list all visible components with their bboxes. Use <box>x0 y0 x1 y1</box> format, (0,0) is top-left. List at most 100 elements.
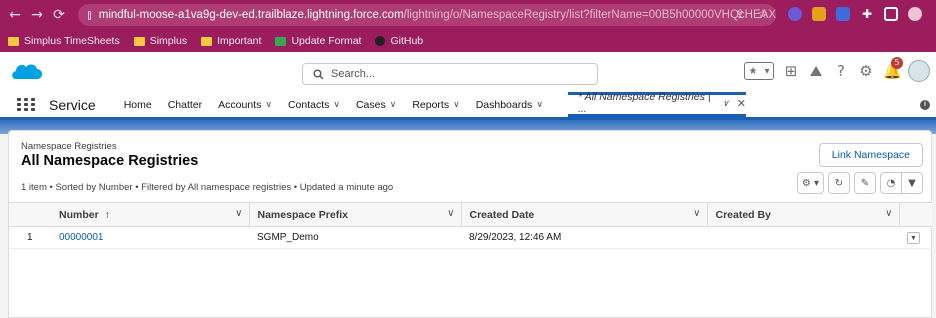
extension-icon[interactable] <box>836 6 850 21</box>
global-search[interactable]: Search... <box>302 63 598 85</box>
column-label: Number <box>59 208 99 221</box>
charts-button[interactable]: ◔ <box>880 172 902 194</box>
chevron-down-icon[interactable]: ∨ <box>536 99 543 110</box>
column-label: Namespace Prefix <box>257 208 348 221</box>
bookmark-item[interactable]: GitHub <box>375 35 423 47</box>
page-title[interactable]: All Namespace Registries <box>21 153 198 169</box>
nav-item-chatter[interactable]: Chatter <box>160 92 210 117</box>
chevron-down-icon[interactable]: ∨ <box>390 99 397 110</box>
favorites-button[interactable]: ★ ▾ <box>744 62 774 80</box>
column-label: Created By <box>715 208 771 221</box>
list-status-text: 1 item • Sorted by Number • Filtered by … <box>21 182 394 193</box>
nav-item-reports[interactable]: Reports ∨ <box>404 92 467 117</box>
column-header-namespace-prefix[interactable]: Namespace Prefix ∨ <box>248 202 461 227</box>
global-header: Search... ★ ▾ ⊞ ⛰ ? ⚙ 🔔 5 <box>0 52 936 92</box>
trailhead-icon[interactable]: ⛰ <box>808 63 824 79</box>
back-icon[interactable]: ← <box>4 7 26 23</box>
chevron-down-icon: ▼ <box>910 234 917 242</box>
bookmark-label: Simplus TimeSheets <box>24 35 120 47</box>
chevron-down-icon[interactable]: ∨ <box>693 208 700 219</box>
nav-item-contacts[interactable]: Contacts ∨ <box>280 92 348 117</box>
site-info-icon[interactable] <box>88 10 91 20</box>
close-icon[interactable]: ✕ <box>737 97 746 110</box>
column-label: Created Date <box>469 208 535 221</box>
chevron-down-icon[interactable]: ∨ <box>722 98 729 109</box>
bookmark-star-icon[interactable]: ☆ <box>757 7 768 21</box>
setup-gear-icon[interactable]: ⚙ <box>858 63 874 79</box>
row-number-header <box>9 202 51 227</box>
bookmark-item[interactable]: Simplus TimeSheets <box>8 35 120 47</box>
nav-label: Cases <box>355 98 386 111</box>
notifications-icon[interactable]: 🔔 5 <box>883 57 903 79</box>
tab-all-namespace-registries[interactable]: * All Namespace Registries | ... ∨ ✕ <box>568 91 746 117</box>
record-link[interactable]: 00000001 <box>59 232 104 243</box>
bookmark-label: Important <box>217 35 262 47</box>
help-icon[interactable]: ? <box>833 63 849 79</box>
tab-label: * All Namespace Registries | ... <box>578 91 711 115</box>
reload-icon[interactable]: ⟳ <box>48 7 70 23</box>
puzzle-icon[interactable]: ✚ <box>860 7 874 21</box>
search-placeholder: Search... <box>331 68 376 80</box>
bookmark-item[interactable]: Simplus <box>133 35 188 47</box>
folder-icon <box>8 36 19 46</box>
column-header-number[interactable]: Number ↑ ∨ <box>51 202 249 227</box>
app-launcher-icon[interactable] <box>17 97 35 112</box>
column-header-created-date[interactable]: Created Date ∨ <box>460 202 707 227</box>
forward-icon[interactable]: → <box>26 7 48 23</box>
actions-header <box>898 202 932 227</box>
share-icon[interactable]: ⇪ <box>735 7 745 21</box>
bookmark-item[interactable]: Important <box>201 35 261 47</box>
search-icon <box>313 69 324 79</box>
salesforce-logo[interactable] <box>10 61 44 83</box>
address-bar[interactable]: mindful-moose-a1va9g-dev-ed.trailblaze.l… <box>78 4 776 26</box>
bookmark-label: Update Format <box>291 35 362 47</box>
chevron-down-icon[interactable]: ∨ <box>333 99 340 110</box>
nav-label: Dashboards <box>475 98 533 111</box>
nav-item-dashboards[interactable]: Dashboards ∨ <box>468 92 551 117</box>
sidebar-icon[interactable] <box>884 6 898 21</box>
folder-icon <box>133 36 145 46</box>
bookmark-label: Simplus <box>149 35 188 47</box>
gear-icon: ⚙ ▾ <box>801 177 819 189</box>
breadcrumb[interactable]: Namespace Registries <box>21 141 117 152</box>
table-row: 1 00000001 SGMP_Demo 8/29/2023, 12:46 AM… <box>9 226 932 249</box>
column-header-created-by[interactable]: Created By ∨ <box>706 202 899 227</box>
notification-badge: 5 <box>891 57 903 69</box>
inline-edit-button[interactable]: ✎ <box>854 172 876 194</box>
url-path: /lightning/o/NamespaceRegistry/list?filt… <box>403 9 776 21</box>
chevron-down-icon[interactable]: ∨ <box>453 99 460 110</box>
list-view-card: Namespace Registries All Namespace Regis… <box>8 130 932 318</box>
nav-item-accounts[interactable]: Accounts ∨ <box>210 92 280 117</box>
app-nav-bar: Service Home Chatter Accounts ∨ Contacts ∨… <box>0 91 936 120</box>
nav-item-home[interactable]: Home <box>116 92 160 117</box>
avatar[interactable] <box>908 60 930 82</box>
nav-label: Reports <box>412 98 450 111</box>
more-icon[interactable]: ⋮ <box>932 6 936 21</box>
folder-icon <box>201 36 213 46</box>
info-icon[interactable]: i <box>920 100 930 110</box>
records-table: Number ↑ ∨ Namespace Prefix ∨ Created Da… <box>9 202 932 249</box>
pencil-icon: ✎ <box>860 177 870 189</box>
refresh-button[interactable]: ↻ <box>828 172 850 194</box>
chevron-down-icon[interactable]: ∨ <box>885 208 892 219</box>
extension-icon[interactable] <box>788 6 802 21</box>
filter-button[interactable]: ▼ <box>901 172 923 194</box>
list-settings-button[interactable]: ⚙ ▾ <box>796 172 824 194</box>
github-icon <box>375 36 386 46</box>
refresh-icon: ↻ <box>834 177 844 189</box>
bookmark-item[interactable]: Update Format <box>275 35 361 47</box>
nav-label: Chatter <box>167 98 203 111</box>
extension-icon[interactable] <box>812 6 826 21</box>
global-actions-icon[interactable]: ⊞ <box>783 63 799 79</box>
filter-icon: ▼ <box>908 177 916 189</box>
row-actions-button[interactable]: ▼ <box>907 231 920 244</box>
chevron-down-icon[interactable]: ∨ <box>235 208 242 219</box>
chevron-down-icon[interactable]: ∨ <box>265 99 272 110</box>
chevron-down-icon[interactable]: ∨ <box>447 208 454 219</box>
nav-label: Home <box>123 98 152 111</box>
profile-icon[interactable] <box>908 6 922 21</box>
pie-chart-icon: ◔ <box>886 177 896 189</box>
url-host: mindful-moose-a1va9g-dev-ed.trailblaze.l… <box>98 9 404 21</box>
link-namespace-button[interactable]: Link Namespace <box>818 143 923 167</box>
nav-item-cases[interactable]: Cases ∨ <box>348 92 404 117</box>
